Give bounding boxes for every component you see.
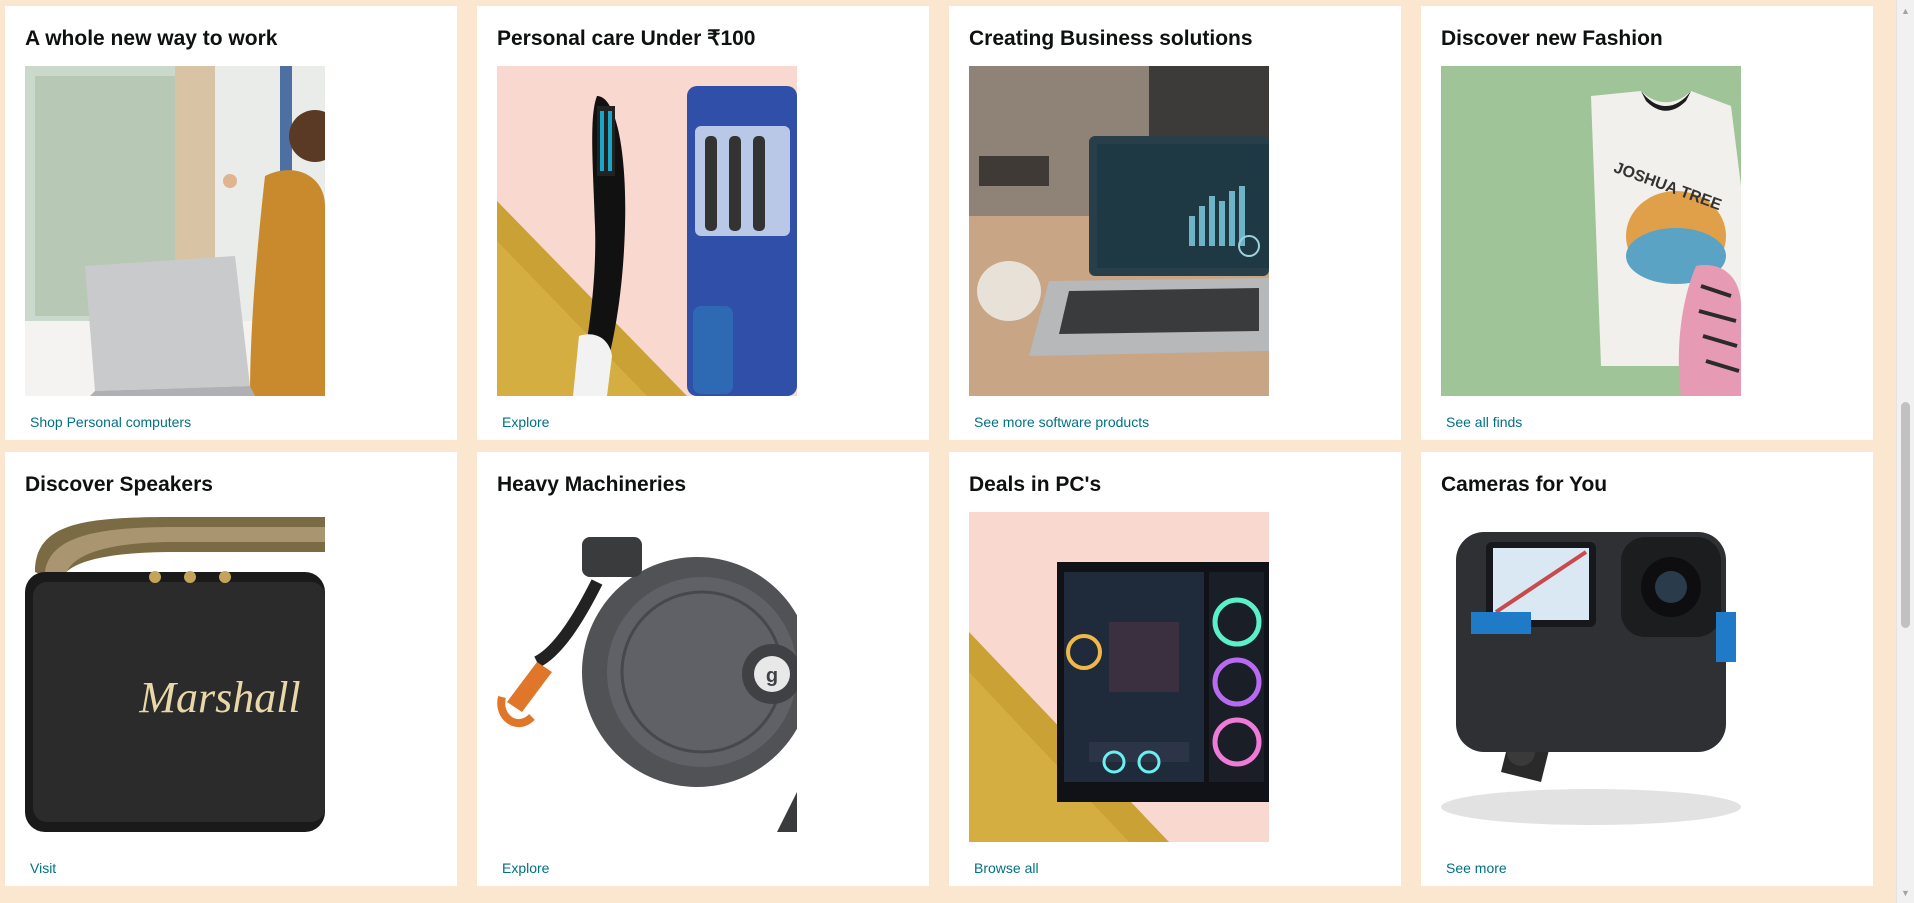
marshall-speaker-image[interactable]: Marshall [25,512,325,842]
speaker-brand-text: Marshall [138,673,300,722]
card-business: Creating Business solutions See more sof… [949,6,1401,440]
card-title: Heavy Machineries [497,473,687,496]
card-cameras: Cameras for You See more [1421,452,1873,886]
card-speakers: Discover Speakers Marshall Visit [5,452,457,886]
see-all-finds-link[interactable]: See all finds [1446,414,1522,430]
explore-machineries-link[interactable]: Explore [502,860,549,876]
woman-working-on-laptop-image[interactable] [25,66,325,396]
vertical-scrollbar[interactable]: ▲ ▼ [1896,0,1914,903]
card-pc-deals: Deals in PC's Browse all [949,452,1401,886]
card-grid: A whole new way to work Shop Personal co… [5,6,1877,886]
hose-reel-image[interactable]: g [497,512,797,842]
shop-personal-computers-link[interactable]: Shop Personal computers [30,414,191,430]
triangle-down-icon[interactable]: ▼ [1897,884,1914,901]
explore-personal-care-link[interactable]: Explore [502,414,549,430]
scrollbar-thumb[interactable] [1901,402,1910,628]
gaming-pc-case-image[interactable] [969,512,1269,842]
card-work: A whole new way to work Shop Personal co… [5,6,457,440]
card-title: Cameras for You [1441,473,1608,496]
card-fashion: Discover new Fashion JOSHUA TREE See all… [1421,6,1873,440]
see-more-cameras-link[interactable]: See more [1446,860,1507,876]
page: A whole new way to work Shop Personal co… [0,0,1914,903]
card-personal-care: Personal care Under ₹100 Explore [477,6,929,440]
card-title: Discover Speakers [25,473,213,496]
card-title: A whole new way to work [25,27,278,50]
oral-b-toothbrush-image[interactable] [497,66,797,396]
browse-all-pcs-link[interactable]: Browse all [974,860,1039,876]
laptop-with-dashboard-image[interactable] [969,66,1269,396]
see-more-software-link[interactable]: See more software products [974,414,1149,430]
svg-text:g: g [766,665,778,687]
card-title: Discover new Fashion [1441,27,1663,50]
action-camera-image[interactable] [1441,512,1741,842]
card-title: Personal care Under ₹100 [497,27,756,50]
visit-speakers-link[interactable]: Visit [30,860,56,876]
card-title: Deals in PC's [969,473,1102,496]
triangle-up-icon[interactable]: ▲ [1897,2,1914,19]
card-title: Creating Business solutions [969,27,1253,50]
graphic-tshirt-image[interactable]: JOSHUA TREE [1441,66,1741,396]
card-machineries: Heavy Machineries g Explore [477,452,929,886]
